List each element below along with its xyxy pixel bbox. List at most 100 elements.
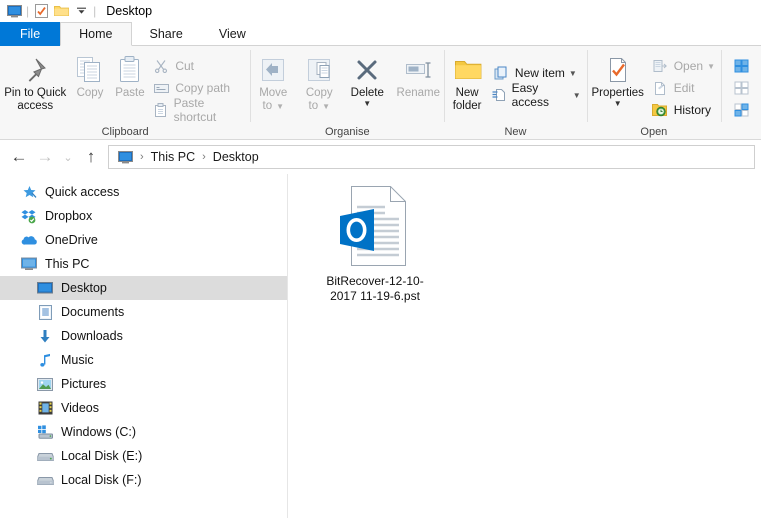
open-caret[interactable]: ▼ [707,62,715,71]
new-item-caret[interactable]: ▼ [569,69,577,78]
tab-view[interactable]: View [201,22,264,46]
tab-share[interactable]: Share [132,22,201,46]
select-all-button[interactable] [731,55,761,77]
move-to-icon [258,53,288,87]
new-item-icon [490,64,512,82]
easy-access-icon [490,86,509,104]
rename-button[interactable]: Rename [392,50,444,100]
organise-group-label: Organise [324,126,370,138]
sidebar-label-local-disk-f: Local Disk (F:) [61,473,142,487]
list-item[interactable]: BitRecover-12-10-2017 11-19-6.pst [320,184,430,304]
new-small-buttons: New item ▼ Easy access ▼ [490,50,587,109]
select-none-button[interactable] [731,77,761,99]
sidebar-label-downloads: Downloads [61,329,123,343]
ribbon-tabs: File Home Share View [0,22,761,46]
paste-shortcut-label: Paste shortcut [173,96,217,124]
drive-icon [34,447,56,465]
move-to-button[interactable]: Move to ▼ [250,50,296,113]
sidebar-item-documents[interactable]: Documents [0,300,287,324]
invert-selection-button[interactable] [731,99,761,121]
sidebar-item-desktop[interactable]: Desktop [0,276,287,300]
star-pin-icon [18,183,40,201]
clipboard-small-buttons: Cut Copy path Paste shortcut [150,50,250,124]
breadcrumb-separator-1[interactable]: › [135,151,149,163]
monitor-icon[interactable] [4,1,24,21]
address-input[interactable]: › This PC › Desktop [108,145,755,169]
edit-label: Edit [673,81,695,95]
sidebar-label-music: Music [61,353,94,367]
ribbon-group-select [721,46,761,139]
explorer-body: Quick access Dropbox OneDrive This PC De… [0,174,761,518]
properties-button[interactable]: Properties ▼ [587,50,649,108]
pin-icon [20,53,50,87]
new-folder-label-1: New [455,87,479,99]
open-group-label: Open [640,126,668,138]
sidebar-item-local-disk-e[interactable]: Local Disk (E:) [0,444,287,468]
sidebar-item-quick-access[interactable]: Quick access [0,180,287,204]
forward-button[interactable]: → [32,144,58,170]
copy-path-icon [150,79,172,97]
sidebar-item-videos[interactable]: Videos [0,396,287,420]
select-none-icon [731,79,753,97]
copy-to-label-1: Copy [305,87,333,99]
breadcrumb-separator-2[interactable]: › [197,151,211,163]
tab-home[interactable]: Home [60,22,132,46]
tab-file[interactable]: File [0,22,61,46]
sidebar-label-desktop: Desktop [61,281,107,295]
sidebar-item-pictures[interactable]: Pictures [0,372,287,396]
pin-to-quick-access-button[interactable]: Pin to Quick access [0,50,71,113]
properties-dropdown-caret[interactable]: ▼ [614,100,622,108]
delete-button[interactable]: Delete ▼ [342,50,392,108]
sidebar-label-dropbox: Dropbox [45,209,93,223]
sidebar-label-onedrive: OneDrive [45,233,98,247]
sidebar-item-downloads[interactable]: Downloads [0,324,287,348]
history-button[interactable]: History [649,99,721,121]
desktop-icon [34,279,56,297]
select-all-icon [731,57,753,75]
qat-divider: | [26,4,30,18]
open-button[interactable]: Open ▼ [649,55,721,77]
breadcrumb-this-pc[interactable]: This PC [149,150,197,164]
sidebar-item-this-pc[interactable]: This PC [0,252,287,276]
open-label: Open [673,59,704,73]
qat-divider-2: | [93,4,97,18]
monitor-icon [18,255,40,273]
easy-access-caret[interactable]: ▼ [573,91,581,100]
folder-icon[interactable] [51,1,71,21]
sidebar-item-dropbox[interactable]: Dropbox [0,204,287,228]
delete-dropdown-caret[interactable]: ▼ [363,100,371,108]
sidebar-item-local-disk-f[interactable]: Local Disk (F:) [0,468,287,492]
paste-shortcut-button[interactable]: Paste shortcut [150,96,250,124]
easy-access-button[interactable]: Easy access ▼ [490,81,587,109]
new-folder-button[interactable]: New folder [444,50,490,113]
new-folder-icon [452,53,482,87]
copy-to-button[interactable]: Copy to ▼ [296,50,342,113]
this-pc-icon[interactable] [115,147,135,167]
easy-access-label: Easy access [511,81,549,109]
paste-shortcut-icon [150,101,170,119]
delete-x-icon [353,53,381,87]
ribbon-group-open: Properties ▼ Open ▼ Edit History Open [586,46,721,139]
paste-label: Paste [115,87,145,99]
select-group-label [721,124,761,139]
file-list-pane[interactable]: BitRecover-12-10-2017 11-19-6.pst [288,174,761,518]
back-button[interactable]: ← [6,144,32,170]
sidebar-item-onedrive[interactable]: OneDrive [0,228,287,252]
sidebar-item-music[interactable]: Music [0,348,287,372]
sidebar-item-windows-c[interactable]: Windows (C:) [0,420,287,444]
recent-locations-button[interactable]: ⌄ [58,144,78,170]
onedrive-cloud-icon [18,231,40,249]
window-title: Desktop [106,4,153,18]
up-button[interactable]: ↑ [78,144,104,170]
chevron-down-icon[interactable] [71,1,91,21]
ribbon-group-organise: Move to ▼ Copy to ▼ Delete ▼ Rename Orga… [250,46,444,139]
invert-selection-icon [731,101,753,119]
edit-button[interactable]: Edit [649,77,721,99]
paste-button[interactable]: Paste [109,50,150,100]
cut-button[interactable]: Cut [150,55,250,77]
sidebar-label-quick-access: Quick access [45,185,120,199]
pictures-icon [34,375,56,393]
copy-button[interactable]: Copy [71,50,110,100]
properties-check-icon[interactable] [31,1,51,21]
breadcrumb-desktop[interactable]: Desktop [211,150,261,164]
